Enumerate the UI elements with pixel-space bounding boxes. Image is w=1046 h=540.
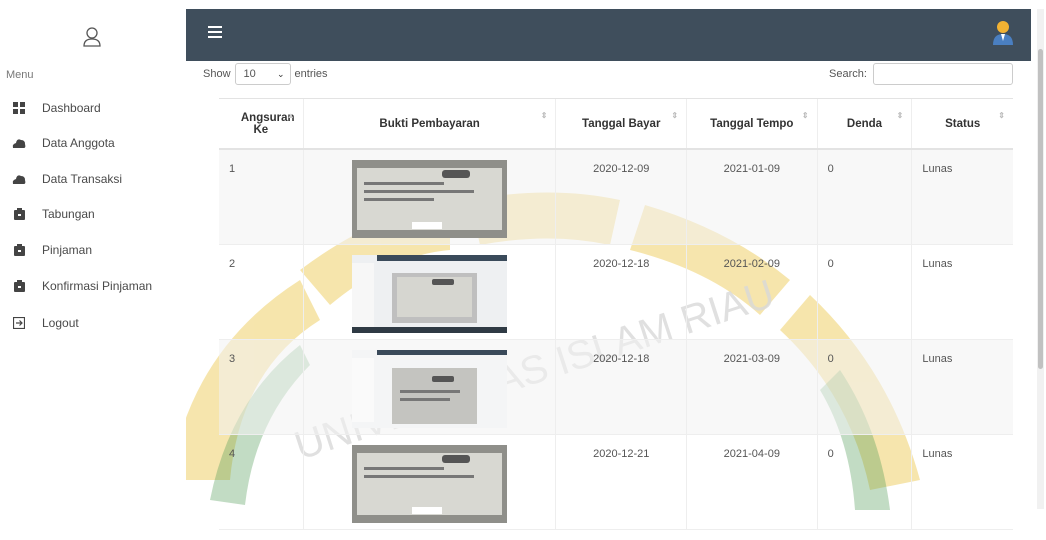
cell-tanggal-bayar: 2020-12-18 xyxy=(555,244,687,340)
column-header-bukti[interactable]: Bukti Pembayaran ⇕ xyxy=(302,98,556,150)
show-label: Show xyxy=(203,68,231,80)
search-box: Search: xyxy=(829,63,1013,85)
top-navbar xyxy=(186,9,1031,61)
column-header-status[interactable]: Status ⇕ xyxy=(911,98,1013,150)
sidebar-item-label: Dashboard xyxy=(42,101,101,115)
search-label: Search: xyxy=(829,68,867,80)
receipt-image[interactable] xyxy=(352,160,508,238)
sidebar-item-logout[interactable]: Logout xyxy=(0,308,186,338)
sort-asc-icon: ▲ xyxy=(286,111,295,120)
cell-denda: 0 xyxy=(816,149,912,245)
menu-header: Menu xyxy=(6,69,34,81)
cell-bukti xyxy=(302,244,556,340)
cell-tanggal-bayar: 2020-12-21 xyxy=(555,434,687,530)
cloud-icon xyxy=(12,136,26,150)
column-header-tanggal-bayar[interactable]: Tanggal Bayar ⇕ xyxy=(555,98,687,150)
briefcase-icon xyxy=(12,279,26,293)
cell-denda: 0 xyxy=(816,434,912,530)
entries-label: entries xyxy=(294,68,328,80)
scrollbar-thumb[interactable] xyxy=(1038,49,1043,369)
sidebar-item-dashboard[interactable]: Dashboard xyxy=(0,93,186,123)
cell-status: Lunas xyxy=(911,434,1013,530)
table-row: 2 2020-12-18 2021-02-09 0 Lunas xyxy=(219,244,1013,340)
sidebar-item-data-anggota[interactable]: Data Anggota xyxy=(0,128,186,158)
dashboard-icon xyxy=(12,101,26,115)
table-header-row: Angsuran Ke ▲ Bukti Pembayaran ⇕ Tanggal B… xyxy=(219,98,1013,150)
cell-tanggal-bayar: 2020-12-09 xyxy=(555,149,687,245)
cloud-icon xyxy=(12,172,26,186)
sidebar-item-pinjaman[interactable]: Pinjaman xyxy=(0,235,186,265)
column-header-tanggal-tempo[interactable]: Tanggal Tempo ⇕ xyxy=(686,98,818,150)
sidebar: Menu Dashboard Data Anggota Data Transak… xyxy=(0,0,186,511)
cell-status: Lunas xyxy=(911,339,1013,435)
table-row: 1 2020-12-09 2021-01-09 0 Lunas xyxy=(219,149,1013,245)
cell-denda: 0 xyxy=(816,339,912,435)
user-avatar-icon[interactable] xyxy=(991,19,1015,45)
payment-table: Angsuran Ke ▲ Bukti Pembayaran ⇕ Tanggal B… xyxy=(219,98,1013,530)
sidebar-item-label: Konfirmasi Pinjaman xyxy=(42,279,153,293)
cell-angsuran-ke: 1 xyxy=(219,149,304,245)
sidebar-item-tabungan[interactable]: Tabungan xyxy=(0,199,186,229)
briefcase-icon xyxy=(12,243,26,257)
logout-icon xyxy=(12,316,26,330)
show-entries: Show 10 ⌄ entries xyxy=(203,63,328,85)
cell-denda: 0 xyxy=(816,244,912,340)
cell-status: Lunas xyxy=(911,149,1013,245)
sidebar-item-label: Data Transaksi xyxy=(42,172,123,186)
chevron-down-icon: ⌄ xyxy=(276,69,285,79)
sort-icon: ⇕ xyxy=(540,111,548,120)
cell-tanggal-tempo: 2021-03-09 xyxy=(686,339,818,435)
cell-angsuran-ke: 3 xyxy=(219,339,304,435)
sidebar-item-label: Tabungan xyxy=(42,207,95,221)
sidebar-item-label: Logout xyxy=(42,316,79,330)
column-header-denda[interactable]: Denda ⇕ xyxy=(816,98,912,150)
cell-angsuran-ke: 2 xyxy=(219,244,304,340)
table-row: 3 2020-12-18 2021-03-09 0 Lunas xyxy=(219,339,1013,435)
receipt-image[interactable] xyxy=(352,350,508,428)
column-header-angsuran-ke[interactable]: Angsuran Ke ▲ xyxy=(219,98,304,150)
cell-status: Lunas xyxy=(911,244,1013,340)
sort-icon: ⇕ xyxy=(801,111,809,120)
table-row: 4 2020-12-21 2021-04-09 0 Lunas xyxy=(219,434,1013,530)
cell-angsuran-ke: 4 xyxy=(219,434,304,530)
cell-tanggal-bayar: 2020-12-18 xyxy=(555,339,687,435)
hamburger-menu-icon[interactable] xyxy=(208,26,222,38)
sort-icon: ⇕ xyxy=(671,111,679,120)
user-icon xyxy=(83,27,101,47)
sort-icon: ⇕ xyxy=(998,111,1005,120)
search-input[interactable] xyxy=(872,63,1013,85)
entries-select[interactable]: 10 ⌄ xyxy=(234,63,291,85)
receipt-image[interactable] xyxy=(352,445,508,523)
sort-icon: ⇕ xyxy=(896,111,904,120)
sidebar-item-data-transaksi[interactable]: Data Transaksi xyxy=(0,164,186,194)
cell-tanggal-tempo: 2021-04-09 xyxy=(686,434,818,530)
cell-bukti xyxy=(302,339,556,435)
briefcase-icon xyxy=(12,207,26,221)
receipt-image[interactable] xyxy=(352,255,508,333)
page-scrollbar[interactable] xyxy=(1037,9,1044,509)
cell-bukti xyxy=(302,149,556,245)
sidebar-item-label: Data Anggota xyxy=(42,136,115,150)
cell-bukti xyxy=(302,434,556,530)
cell-tanggal-tempo: 2021-02-09 xyxy=(686,244,818,340)
sidebar-item-label: Pinjaman xyxy=(42,243,93,257)
sidebar-item-konfirmasi-pinjaman[interactable]: Konfirmasi Pinjaman xyxy=(0,271,186,301)
cell-tanggal-tempo: 2021-01-09 xyxy=(686,149,818,245)
entries-value: 10 xyxy=(243,68,256,80)
